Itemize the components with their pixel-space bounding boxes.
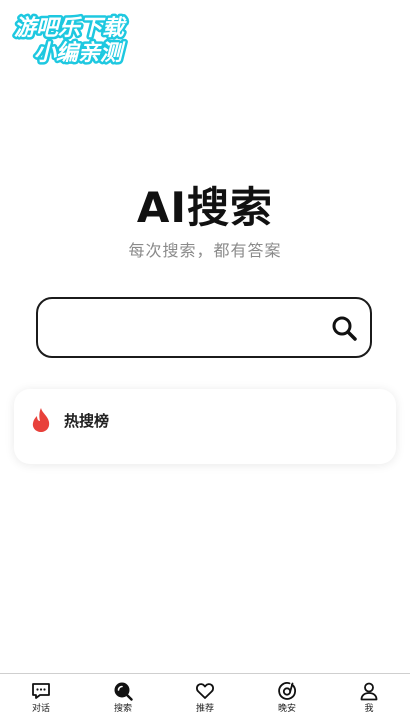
nav-label-me: 我 xyxy=(364,704,374,714)
nav-item-goodnight[interactable]: 晚安 xyxy=(246,674,328,718)
chat-icon xyxy=(32,683,50,699)
nav-item-recommend[interactable]: 推荐 xyxy=(164,674,246,718)
search-icon xyxy=(332,316,357,341)
page-subtitle: 每次搜索，都有答案 xyxy=(128,241,282,260)
user-icon xyxy=(360,682,378,701)
page-title: AI搜索 xyxy=(136,183,274,232)
nav-item-me[interactable]: 我 xyxy=(328,674,410,718)
svg-text:小编亲测: 小编亲测 xyxy=(34,40,126,66)
search-nav-icon xyxy=(114,682,133,701)
music-disc-icon xyxy=(278,682,296,700)
search-input[interactable] xyxy=(52,313,326,345)
bottom-nav: 对话 搜索 推荐 晚安 我 xyxy=(0,673,410,718)
nav-label-search: 搜索 xyxy=(113,704,132,714)
heart-icon xyxy=(196,683,214,699)
search-button[interactable] xyxy=(330,314,358,342)
hot-list-label: 热搜榜 xyxy=(64,412,110,430)
svg-text:游吧乐下载: 游吧乐下载 xyxy=(14,16,127,41)
search-box[interactable] xyxy=(36,297,372,358)
nav-label-chat: 对话 xyxy=(31,704,50,714)
nav-item-search[interactable]: 搜索 xyxy=(82,674,164,718)
nav-item-chat[interactable]: 对话 xyxy=(0,674,82,718)
hot-list-card[interactable]: 热搜榜 xyxy=(14,389,396,464)
fire-icon xyxy=(32,408,50,432)
watermark-logo: 游吧乐下载 小编亲测 xyxy=(8,10,150,67)
nav-label-goodnight: 晚安 xyxy=(277,704,296,714)
nav-label-recommend: 推荐 xyxy=(195,704,214,714)
